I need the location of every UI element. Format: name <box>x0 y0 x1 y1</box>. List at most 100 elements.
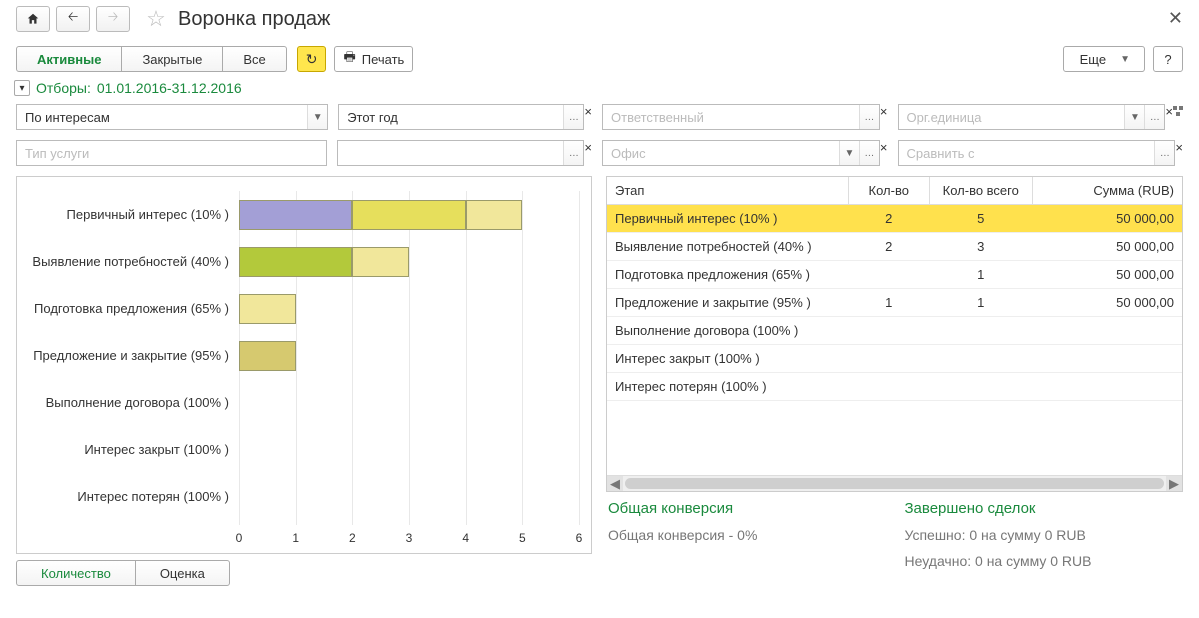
chart-x-tick: 6 <box>576 531 583 545</box>
tree-icon <box>1173 106 1183 116</box>
table-row[interactable]: Предложение и закрытие (95% )1150 000,00 <box>607 289 1182 317</box>
tab-all[interactable]: Все <box>222 46 286 72</box>
filter-responsible-clear[interactable]: × <box>880 104 888 130</box>
chart-x-tick: 1 <box>292 531 299 545</box>
page-title: Воронка продаж <box>178 8 330 31</box>
arrow-right-icon: 🡢 <box>108 8 119 30</box>
chart-x-tick: 4 <box>462 531 469 545</box>
print-button[interactable]: 🖶 Печать <box>334 46 413 72</box>
tab-active[interactable]: Активные <box>16 46 122 72</box>
filter-empty-clear[interactable]: × <box>584 140 592 166</box>
chevron-down-icon[interactable]: ▼ <box>307 105 327 129</box>
filter-empty-combo[interactable]: … <box>337 140 584 166</box>
summary-conversion-head: Общая конверсия <box>608 500 885 517</box>
chart-category-label: Интерес потерян (100% ) <box>29 489 239 504</box>
table-row[interactable]: Интерес потерян (100% ) <box>607 373 1182 401</box>
chart-x-tick: 3 <box>406 531 413 545</box>
chart-tab-count[interactable]: Количество <box>16 560 136 586</box>
filter-by-input[interactable] <box>17 105 307 129</box>
nav-home-button[interactable] <box>16 6 50 32</box>
filter-period-combo[interactable]: … <box>338 104 584 130</box>
chart-bar-segment[interactable] <box>239 247 352 277</box>
chevron-down-icon: ▾ <box>19 83 24 94</box>
table-row[interactable]: Интерес закрыт (100% ) <box>607 345 1182 373</box>
filter-empty-input[interactable] <box>338 141 563 165</box>
chart-category-label: Подготовка предложения (65% ) <box>29 301 239 316</box>
state-filter-tabs: Активные Закрытые Все <box>16 46 287 72</box>
ellipsis-icon[interactable]: … <box>563 105 583 129</box>
filter-responsible-input[interactable] <box>603 105 859 129</box>
close-icon: ✕ <box>1168 8 1183 28</box>
more-label: Еще <box>1080 52 1106 67</box>
refresh-icon: ↻ <box>306 51 318 68</box>
filter-responsible-combo[interactable]: … <box>602 104 880 130</box>
col-total[interactable]: Кол-во всего <box>929 177 1033 205</box>
table-scrollbar[interactable]: ◀ ▶ <box>607 475 1182 491</box>
chart-category-label: Выявление потребностей (40% ) <box>29 254 239 269</box>
chevron-down-icon[interactable]: ▼ <box>1124 105 1144 129</box>
ellipsis-icon[interactable]: … <box>563 141 583 165</box>
filter-compare-clear[interactable]: × <box>1175 140 1183 166</box>
ellipsis-icon[interactable]: … <box>1144 105 1164 129</box>
filter-orgunit-tree[interactable] <box>1173 104 1183 130</box>
chart-tab-eval[interactable]: Оценка <box>135 560 230 586</box>
filter-orgunit-combo[interactable]: ▼ … <box>898 104 1166 130</box>
tab-closed[interactable]: Закрытые <box>121 46 223 72</box>
chart-x-tick: 5 <box>519 531 526 545</box>
summary-deals-head: Завершено сделок <box>905 500 1182 517</box>
nav-forward-button: 🡢 <box>96 6 130 32</box>
chart-category-label: Первичный интерес (10% ) <box>29 207 239 222</box>
summary-deals-bad: Неудачно: 0 на сумму 0 RUB <box>905 553 1182 569</box>
stages-table: Этап Кол-во Кол-во всего Сумма (RUB) Пер… <box>606 176 1183 492</box>
filter-orgunit-clear[interactable]: × <box>1165 104 1173 130</box>
close-button[interactable]: ✕ <box>1168 8 1183 29</box>
filter-orgunit-input[interactable] <box>899 105 1125 129</box>
table-row[interactable]: Выполнение договора (100% ) <box>607 317 1182 345</box>
chart-bar-segment[interactable] <box>239 294 296 324</box>
ellipsis-icon[interactable]: … <box>859 105 879 129</box>
table-row[interactable]: Подготовка предложения (65% )150 000,00 <box>607 261 1182 289</box>
filter-office-combo[interactable]: ▼ … <box>602 140 880 166</box>
col-sum[interactable]: Сумма (RUB) <box>1033 177 1183 205</box>
filter-compare-combo[interactable]: … <box>898 140 1176 166</box>
filter-compare-input[interactable] <box>899 141 1155 165</box>
scroll-right-icon[interactable]: ▶ <box>1166 476 1182 491</box>
funnel-chart: Первичный интерес (10% ) Выявление потреб… <box>16 176 592 554</box>
refresh-button[interactable]: ↻ <box>297 46 327 72</box>
scroll-thumb[interactable] <box>625 478 1164 489</box>
chart-bar-segment[interactable] <box>352 247 409 277</box>
help-button[interactable]: ? <box>1153 46 1183 72</box>
scroll-left-icon[interactable]: ◀ <box>607 476 623 491</box>
filters-date-range: 01.01.2016-31.12.2016 <box>97 80 242 96</box>
filter-office-clear[interactable]: × <box>880 140 888 166</box>
filter-service-type-combo[interactable] <box>16 140 327 166</box>
favorite-toggle[interactable]: ☆ <box>144 7 168 31</box>
chart-category-label: Выполнение договора (100% ) <box>29 395 239 410</box>
home-icon <box>26 12 40 26</box>
chevron-down-icon[interactable]: ▼ <box>839 141 859 165</box>
chart-bar-segment[interactable] <box>352 200 465 230</box>
ellipsis-icon[interactable]: … <box>1154 141 1174 165</box>
filter-service-type-input[interactable] <box>17 141 326 165</box>
chart-x-tick: 0 <box>236 531 243 545</box>
col-count[interactable]: Кол-во <box>849 177 930 205</box>
chart-bar-segment[interactable] <box>239 341 296 371</box>
filters-collapse-toggle[interactable]: ▾ <box>14 80 30 96</box>
print-label: Печать <box>362 52 405 67</box>
summary-conversion-line: Общая конверсия - 0% <box>608 527 885 543</box>
chart-category-label: Предложение и закрытие (95% ) <box>29 348 239 363</box>
filter-office-input[interactable] <box>603 141 839 165</box>
table-row[interactable]: Первичный интерес (10% )2550 000,00 <box>607 205 1182 233</box>
chart-bar-segment[interactable] <box>239 200 352 230</box>
chart-bar-segment[interactable] <box>466 200 523 230</box>
chart-x-tick: 2 <box>349 531 356 545</box>
more-menu-button[interactable]: Еще ▼ <box>1063 46 1145 72</box>
chart-category-label: Интерес закрыт (100% ) <box>29 442 239 457</box>
ellipsis-icon[interactable]: … <box>859 141 879 165</box>
filter-period-input[interactable] <box>339 105 563 129</box>
filter-by-combo[interactable]: ▼ <box>16 104 328 130</box>
col-stage[interactable]: Этап <box>607 177 849 205</box>
table-row[interactable]: Выявление потребностей (40% )2350 000,00 <box>607 233 1182 261</box>
nav-back-button[interactable]: 🡠 <box>56 6 90 32</box>
filter-period-clear[interactable]: × <box>584 104 592 130</box>
